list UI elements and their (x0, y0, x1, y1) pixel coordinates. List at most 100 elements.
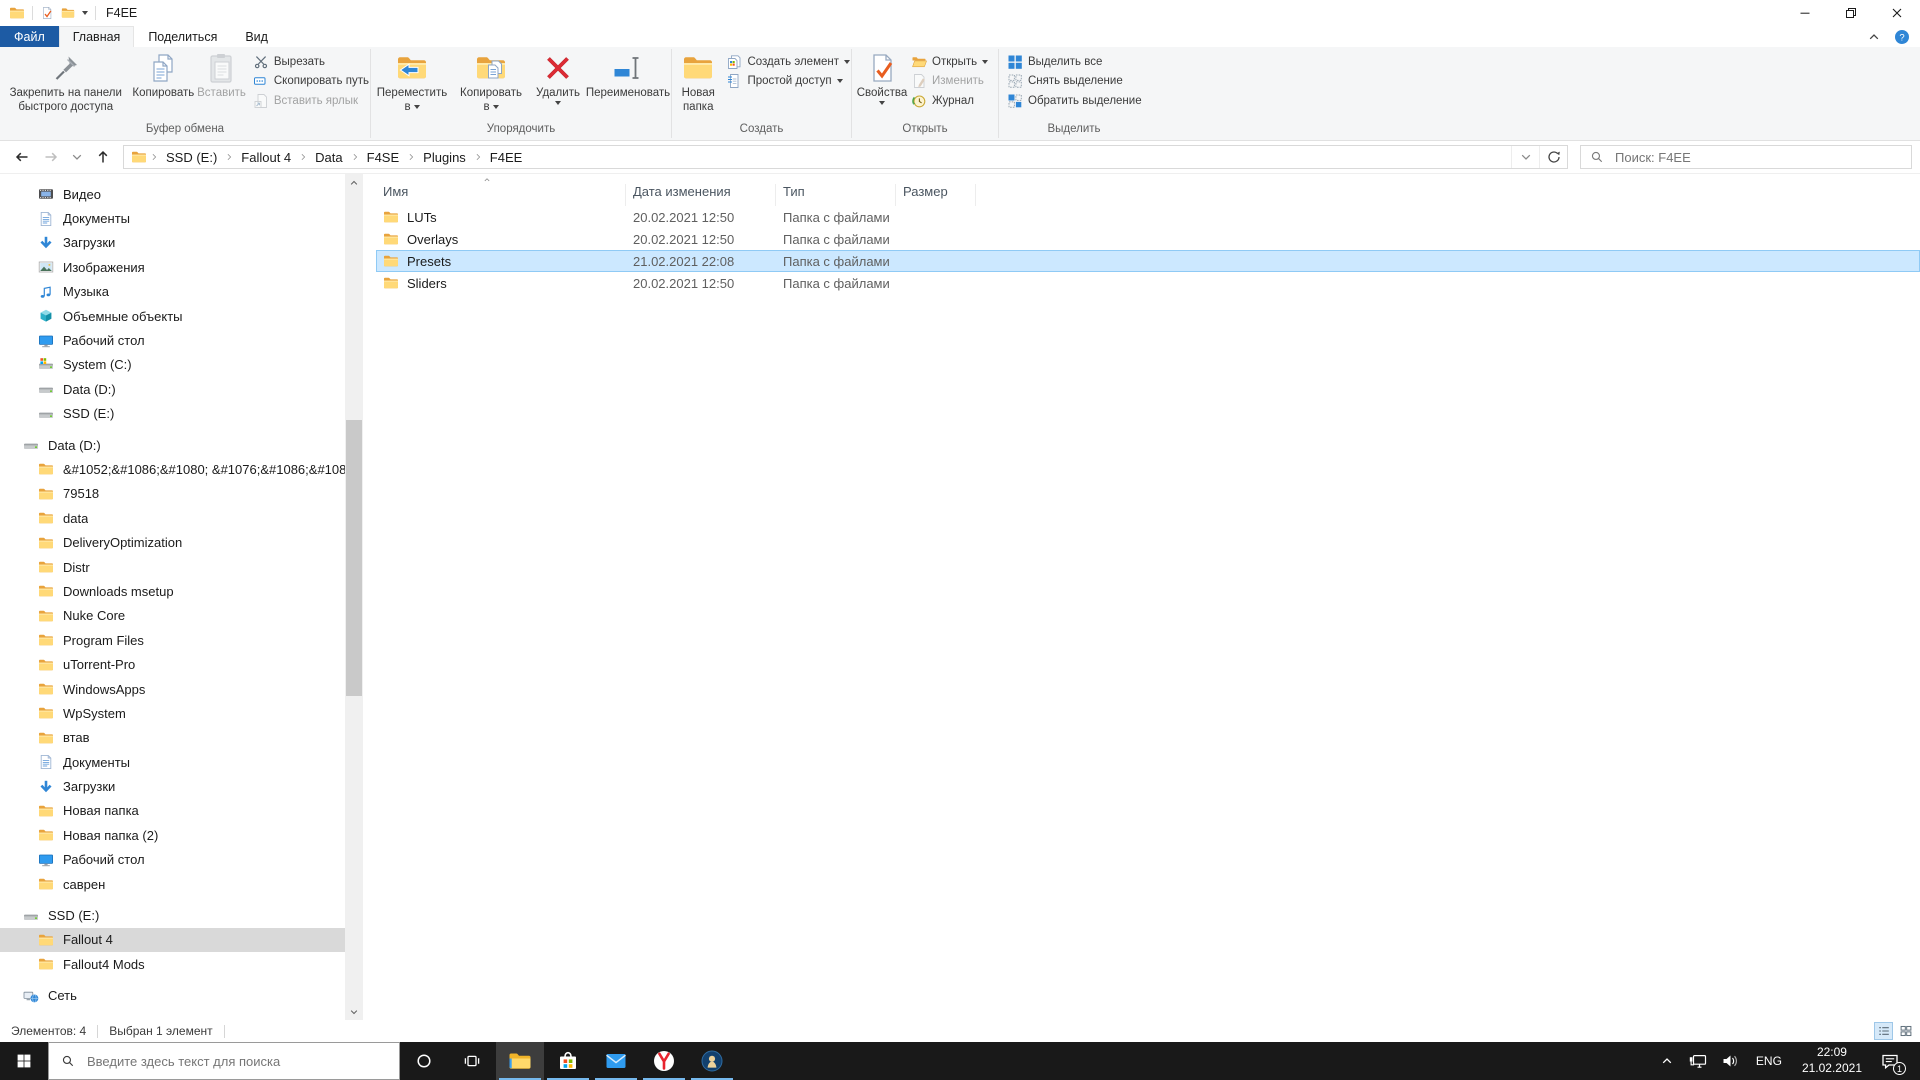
pin-to-quick-access-button[interactable]: Закрепить на панели быстрого доступа (1, 48, 131, 121)
thumbnails-view-button[interactable] (1896, 1022, 1915, 1040)
hidden-icons-button[interactable] (1652, 1042, 1682, 1080)
sidebar-item-music[interactable]: Музыка (0, 280, 345, 304)
sidebar-item-downloads[interactable]: Загрузки (0, 774, 345, 798)
sidebar-item-fallout4-mods[interactable]: Fallout4 Mods (0, 952, 345, 976)
invert-selection-button[interactable]: Обратить выделение (1007, 92, 1142, 109)
sidebar-item-desktop[interactable]: Рабочий стол (0, 328, 345, 352)
refresh-button[interactable] (1539, 146, 1567, 168)
minimize-button[interactable] (1782, 0, 1828, 26)
file-row[interactable]: Sliders 20.02.2021 12:50 Папка с файлами (376, 272, 1920, 294)
close-button[interactable] (1874, 0, 1920, 26)
quick-access-dropdown-icon[interactable] (82, 11, 88, 15)
start-button[interactable] (0, 1042, 48, 1080)
taskbar-app-mail[interactable] (592, 1042, 640, 1080)
breadcrumb-item[interactable]: F4SE (362, 150, 405, 165)
sidebar-item-folder[interactable]: Nuke Core (0, 604, 345, 628)
tab-share[interactable]: Поделиться (134, 26, 231, 47)
properties-quick-icon[interactable] (40, 6, 54, 20)
sidebar-section-ssd-e[interactable]: SSD (E:) (0, 903, 345, 927)
new-folder-button[interactable]: Новая папка (673, 48, 723, 121)
collapse-ribbon-icon[interactable] (1866, 29, 1882, 45)
sidebar-item-network[interactable]: Сеть (0, 984, 345, 1008)
column-header-size[interactable]: Размер (896, 184, 976, 206)
up-button[interactable] (89, 145, 116, 169)
sidebar-item-folder[interactable]: Program Files (0, 628, 345, 652)
sidebar-item-videos[interactable]: Видео (0, 182, 345, 206)
sidebar-scrollbar[interactable] (345, 174, 363, 1020)
delete-button[interactable]: Удалить (530, 48, 586, 121)
breadcrumb-item[interactable]: Plugins (418, 150, 471, 165)
breadcrumb-item[interactable]: F4EE (485, 150, 528, 165)
properties-button[interactable]: Свойства (853, 48, 911, 121)
sidebar-item-desktop[interactable]: Рабочий стол (0, 848, 345, 872)
file-row[interactable]: Overlays 20.02.2021 12:50 Папка с файлам… (376, 228, 1920, 250)
select-none-button[interactable]: Снять выделение (1007, 73, 1142, 90)
language-indicator[interactable]: ENG (1746, 1042, 1792, 1080)
search-input[interactable] (1613, 148, 1902, 166)
action-center-button[interactable]: 1 (1872, 1042, 1914, 1080)
taskbar-search[interactable] (48, 1042, 400, 1080)
sidebar-section-data-d[interactable]: Data (D:) (0, 433, 345, 457)
sidebar-item-folder[interactable]: uTorrent-Pro (0, 652, 345, 676)
cortana-button[interactable] (400, 1042, 448, 1080)
move-to-button[interactable]: Переместить в (372, 48, 452, 121)
sidebar-item-folder[interactable]: WindowsApps (0, 677, 345, 701)
sidebar-item-pictures[interactable]: Изображения (0, 255, 345, 279)
search-box[interactable] (1580, 145, 1912, 169)
sidebar-item-folder[interactable]: саврен (0, 872, 345, 896)
forward-button[interactable] (38, 145, 65, 169)
breadcrumb-item[interactable]: Data (310, 150, 347, 165)
volume-tray-button[interactable] (1714, 1042, 1746, 1080)
sidebar-item-folder[interactable]: WpSystem (0, 701, 345, 725)
column-header-name[interactable]: Имя (376, 184, 626, 206)
sidebar-item-folder[interactable]: data (0, 506, 345, 530)
file-row-selected[interactable]: Presets 21.02.2021 22:08 Папка с файлами (376, 250, 1920, 272)
sidebar-item-ssd-e[interactable]: SSD (E:) (0, 402, 345, 426)
taskbar-app-fallout4[interactable] (688, 1042, 736, 1080)
tab-home[interactable]: Главная (58, 26, 135, 47)
sidebar-item-folder[interactable]: DeliveryOptimization (0, 530, 345, 554)
clock[interactable]: 22:09 21.02.2021 (1792, 1045, 1872, 1076)
history-button[interactable]: Журнал (911, 92, 988, 109)
back-button[interactable] (8, 145, 35, 169)
scroll-up-icon[interactable] (345, 174, 363, 191)
scroll-down-icon[interactable] (345, 1003, 363, 1020)
file-row[interactable]: LUTs 20.02.2021 12:50 Папка с файлами (376, 206, 1920, 228)
column-header-type[interactable]: Тип (776, 184, 896, 206)
copy-path-button[interactable]: Скопировать путь (253, 73, 369, 90)
tab-file[interactable]: Файл (0, 26, 59, 47)
taskbar-app-browser[interactable] (640, 1042, 688, 1080)
sidebar-item-data-d[interactable]: Data (D:) (0, 377, 345, 401)
recent-locations-icon[interactable] (68, 145, 86, 169)
sidebar-item-folder[interactable]: Новая папка (0, 799, 345, 823)
sidebar-item-documents[interactable]: Документы (0, 206, 345, 230)
copy-to-button[interactable]: Копировать в (452, 48, 530, 121)
details-view-button[interactable] (1874, 1022, 1893, 1040)
scrollbar-thumb[interactable] (346, 420, 362, 696)
breadcrumb-item[interactable]: SSD (E:) (161, 150, 222, 165)
column-header-date[interactable]: Дата изменения (626, 184, 776, 206)
copy-button[interactable]: Копировать (131, 48, 197, 121)
sidebar-item-folder[interactable]: втав (0, 726, 345, 750)
task-view-button[interactable] (448, 1042, 496, 1080)
sidebar-item-folder[interactable]: 79518 (0, 482, 345, 506)
cut-button[interactable]: Вырезать (253, 53, 369, 70)
new-item-button[interactable]: Создать элемент (726, 53, 850, 70)
taskbar-search-input[interactable] (85, 1052, 387, 1070)
easy-access-button[interactable]: Простой доступ (726, 73, 850, 90)
address-bar[interactable]: SSD (E:) Fallout 4 Data F4SE Plugins F4E… (123, 145, 1568, 169)
tab-view[interactable]: Вид (231, 26, 282, 47)
sidebar-item-system-c[interactable]: System (C:) (0, 353, 345, 377)
sidebar-item-documents[interactable]: Документы (0, 750, 345, 774)
new-folder-quick-icon[interactable] (61, 6, 75, 20)
taskbar-app-store[interactable] (544, 1042, 592, 1080)
taskbar-app-explorer[interactable] (496, 1042, 544, 1080)
rename-button[interactable]: Переименовать (586, 48, 670, 121)
network-tray-button[interactable] (1682, 1042, 1714, 1080)
sidebar-item-folder[interactable]: Distr (0, 555, 345, 579)
sidebar-item-fallout4[interactable]: Fallout 4 (0, 927, 345, 953)
sidebar-item-folder[interactable]: &#1052;&#1086;&#1080; &#1076;&#1086;&#10… (0, 457, 345, 481)
sidebar-item-folder[interactable]: Downloads msetup (0, 579, 345, 603)
address-history-icon[interactable] (1511, 146, 1539, 168)
breadcrumb-item[interactable]: Fallout 4 (236, 150, 296, 165)
